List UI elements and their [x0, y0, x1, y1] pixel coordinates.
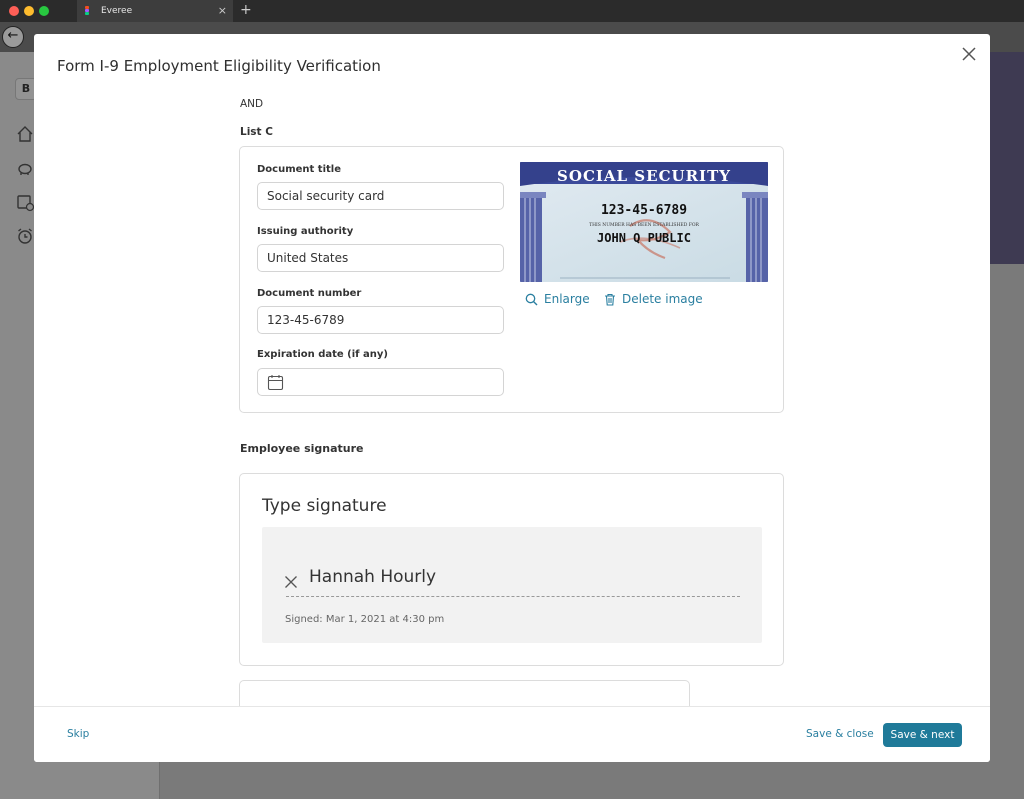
signature-box[interactable]: Hannah Hourly Signed: Mar 1, 2021 at 4:3… [262, 527, 762, 643]
enlarge-label: Enlarge [544, 292, 590, 306]
signature-name: Hannah Hourly [309, 567, 437, 587]
document-title-label: Document title [257, 164, 341, 175]
issuing-authority-label: Issuing authority [257, 226, 354, 237]
home-icon[interactable] [15, 124, 35, 144]
employee-signature-label: Employee signature [240, 442, 364, 455]
delete-image-label: Delete image [622, 292, 703, 306]
next-section-card [239, 680, 690, 706]
close-icon[interactable] [961, 46, 977, 62]
social-security-card-image[interactable]: SOCIAL SECURITY 123-45-6789 THIS NUMBER … [520, 162, 768, 282]
card-name-text: JOHN Q PUBLIC [597, 231, 691, 245]
skip-link[interactable]: Skip [67, 728, 89, 740]
window-minimize-dot[interactable] [24, 6, 34, 16]
document-number-input[interactable]: 123-45-6789 [257, 306, 504, 334]
type-signature-heading: Type signature [262, 496, 387, 516]
clear-signature-icon[interactable] [284, 575, 298, 589]
modal-footer: Skip Save & close Save & next [34, 706, 990, 762]
calendar-icon[interactable] [267, 374, 284, 391]
document-title-input[interactable]: Social security card [257, 182, 504, 210]
alarm-clock-icon[interactable] [15, 226, 35, 246]
tab-close-icon[interactable]: × [218, 4, 227, 17]
card-header-text: SOCIAL SECURITY [557, 167, 731, 185]
modal-title: Form I-9 Employment Eligibility Verifica… [57, 57, 381, 75]
save-next-button[interactable]: Save & next [883, 723, 962, 747]
browser-tab[interactable]: Everee × [77, 0, 233, 22]
enlarge-button[interactable]: Enlarge [525, 292, 590, 306]
card-established-text: THIS NUMBER HAS BEEN ESTABLISHED FOR [589, 222, 699, 228]
issuing-authority-input[interactable]: United States [257, 244, 504, 272]
trash-icon [605, 293, 615, 306]
new-tab-icon[interactable]: + [240, 2, 252, 18]
calendar-clock-icon[interactable] [15, 192, 35, 212]
piggy-bank-icon[interactable] [15, 158, 35, 178]
signature-card: Type signature Hannah Hourly Signed: Mar… [239, 473, 784, 666]
browser-tab-bar: Everee × + [0, 0, 1024, 22]
and-label: AND [240, 98, 264, 110]
signed-date: Signed: Mar 1, 2021 at 4:30 pm [285, 614, 445, 625]
back-arrow-icon[interactable]: ← [2, 26, 24, 48]
window-close-dot[interactable] [9, 6, 19, 16]
i9-modal: Form I-9 Employment Eligibility Verifica… [34, 34, 990, 762]
browser-tab-title: Everee [101, 6, 133, 16]
app-header-banner [990, 52, 1024, 264]
window-maximize-dot[interactable] [39, 6, 49, 16]
signature-line [286, 596, 740, 597]
list-c-label: List C [240, 126, 273, 138]
document-number-label: Document number [257, 288, 362, 299]
magnifier-icon [525, 293, 538, 305]
save-close-link[interactable]: Save & close [806, 728, 874, 740]
document-card: Document title Social security card Issu… [239, 146, 784, 413]
modal-content[interactable]: AND List C Document title Social securit… [34, 92, 990, 706]
expiration-date-label: Expiration date (if any) [257, 349, 388, 360]
figma-icon [85, 6, 93, 16]
card-number-text: 123-45-6789 [601, 203, 687, 218]
expiration-date-input[interactable] [257, 368, 504, 396]
delete-image-button[interactable]: Delete image [604, 292, 703, 306]
